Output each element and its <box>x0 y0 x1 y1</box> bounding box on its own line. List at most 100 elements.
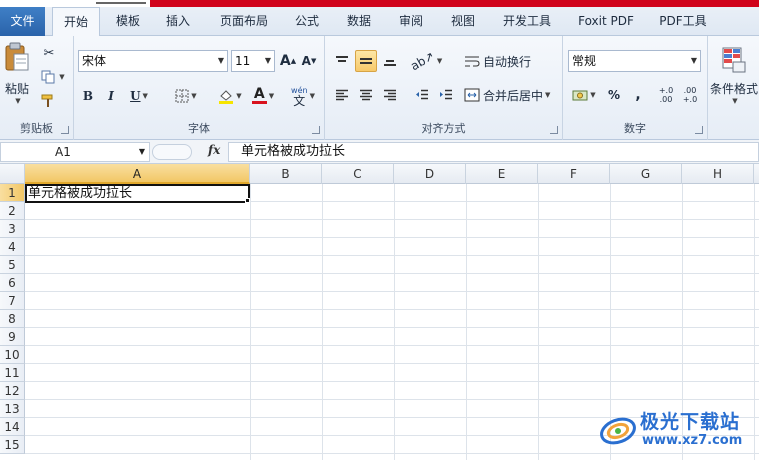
gridline <box>25 273 759 274</box>
title-bar-strip <box>0 0 759 7</box>
bold-button[interactable]: B <box>78 86 98 106</box>
decrease-indent-button[interactable] <box>411 84 433 106</box>
format-painter-button[interactable] <box>38 92 60 110</box>
chevron-down-icon: ▼ <box>590 91 596 99</box>
chevron-down-icon[interactable]: ▼ <box>218 51 224 71</box>
row-header-5[interactable]: 5 <box>0 256 25 274</box>
row-header-4[interactable]: 4 <box>0 238 25 256</box>
fill-handle[interactable] <box>245 198 250 203</box>
number-dialog-launcher[interactable] <box>695 126 703 134</box>
column-header-h[interactable]: H <box>682 164 754 184</box>
cell-a1[interactable]: 单元格被成功拉长 <box>25 184 250 203</box>
row-header-3[interactable]: 3 <box>0 220 25 238</box>
row-header-7[interactable]: 7 <box>0 292 25 310</box>
formula-bar-splitter[interactable] <box>152 144 192 160</box>
underline-button[interactable]: U ▼ <box>124 86 154 106</box>
column-header-b[interactable]: B <box>250 164 322 184</box>
chevron-down-icon: ▼ <box>436 57 443 65</box>
tab-view[interactable]: 视图 <box>441 7 485 36</box>
number-format-combo[interactable]: 常规 ▼ <box>568 50 701 72</box>
insert-function-icon[interactable]: fx <box>208 143 220 157</box>
formula-bar: A1 ▼ fx 单元格被成功拉长 <box>0 140 759 164</box>
orientation-button[interactable]: ab↗ ▼ <box>408 49 443 74</box>
select-all-corner[interactable] <box>0 164 25 184</box>
tab-home[interactable]: 开始 <box>52 7 100 37</box>
tab-insert[interactable]: 插入 <box>156 7 200 36</box>
row-header-9[interactable]: 9 <box>0 328 25 346</box>
column-header-f[interactable]: F <box>538 164 610 184</box>
increase-indent-button[interactable] <box>435 84 457 106</box>
conditional-format-icon <box>722 47 746 72</box>
grow-font-button[interactable]: A ▲ <box>278 51 298 71</box>
tab-data[interactable]: 数据 <box>337 7 381 36</box>
font-name-combo[interactable]: 宋体 ▼ <box>78 50 228 72</box>
row-header-2[interactable]: 2 <box>0 202 25 220</box>
name-box[interactable]: A1 ▼ <box>0 142 150 162</box>
row-header-15[interactable]: 15 <box>0 436 25 454</box>
chevron-down-icon: ▼ <box>732 96 738 105</box>
shrink-font-button[interactable]: A ▼ <box>299 51 319 71</box>
row-header-6[interactable]: 6 <box>0 274 25 292</box>
chevron-down-icon[interactable]: ▼ <box>265 51 271 71</box>
conditional-format-button[interactable]: 条件格式 ▼ <box>710 40 758 110</box>
clipboard-dialog-launcher[interactable] <box>61 126 69 134</box>
align-top-button[interactable] <box>331 50 353 72</box>
tab-foxit-pdf[interactable]: Foxit PDF <box>570 7 642 36</box>
chevron-down-icon[interactable]: ▼ <box>139 143 145 161</box>
copy-button[interactable]: ▼ <box>38 68 68 86</box>
accounting-format-button[interactable]: ▼ <box>568 84 600 106</box>
title-bar-accent <box>150 0 759 7</box>
wrap-text-icon <box>465 56 480 67</box>
column-header-a[interactable]: A <box>25 164 250 184</box>
row-header-1[interactable]: 1 <box>0 184 25 202</box>
percent-style-button[interactable]: % <box>603 84 625 106</box>
wrap-text-button[interactable]: 自动换行 <box>463 50 537 72</box>
tab-developer[interactable]: 开发工具 <box>494 7 560 36</box>
cut-button[interactable]: ✂ <box>38 44 60 62</box>
borders-button[interactable]: ▼ <box>170 86 202 106</box>
column-header-d[interactable]: D <box>394 164 466 184</box>
row-header-14[interactable]: 14 <box>0 418 25 436</box>
alignment-dialog-launcher[interactable] <box>550 126 558 134</box>
font-size-combo[interactable]: 11 ▼ <box>231 50 275 72</box>
column-header-c[interactable]: C <box>322 164 394 184</box>
gridline <box>25 381 759 382</box>
tab-pdf-tools[interactable]: PDF工具 <box>650 7 716 36</box>
tab-file[interactable]: 文件 <box>0 7 45 36</box>
chevron-down-icon: ▼ <box>142 92 148 100</box>
row-header-10[interactable]: 10 <box>0 346 25 364</box>
tab-template[interactable]: 模板 <box>106 7 150 36</box>
paste-button[interactable]: 粘贴 ▼ <box>2 40 32 106</box>
font-color-button[interactable]: A ▼ <box>247 86 279 106</box>
font-group-label: 字体 <box>188 122 210 135</box>
column-header-e[interactable]: E <box>466 164 538 184</box>
fill-color-button[interactable]: ▼ <box>214 86 246 106</box>
formula-input[interactable]: 单元格被成功拉长 <box>228 142 759 162</box>
chevron-down-icon: ▼ <box>268 92 275 100</box>
row-header-8[interactable]: 8 <box>0 310 25 328</box>
phonetic-guide-button[interactable]: wén 文 ▼ <box>286 84 320 108</box>
row-header-12[interactable]: 12 <box>0 382 25 400</box>
increase-decimal-button[interactable]: +.0 .00 <box>655 82 677 108</box>
italic-button[interactable]: I <box>101 86 121 106</box>
row-header-13[interactable]: 13 <box>0 400 25 418</box>
chevron-down-icon[interactable]: ▼ <box>691 51 697 71</box>
align-middle-button[interactable] <box>355 50 377 72</box>
increase-indent-icon <box>440 89 452 100</box>
tab-review[interactable]: 审阅 <box>389 7 433 36</box>
decrease-decimal-button[interactable]: .00 +.0 <box>679 82 701 108</box>
chevron-down-icon: ▼ <box>236 92 242 100</box>
align-center-button[interactable] <box>355 84 377 106</box>
align-left-button[interactable] <box>331 84 353 106</box>
comma-style-button[interactable]: , <box>627 84 649 106</box>
align-bottom-button[interactable] <box>379 50 401 72</box>
row-header-11[interactable]: 11 <box>0 364 25 382</box>
font-dialog-launcher[interactable] <box>312 126 320 134</box>
tab-formulas[interactable]: 公式 <box>285 7 329 36</box>
merge-center-button[interactable]: 合并后居中 ▼ <box>463 84 557 106</box>
align-right-button[interactable] <box>379 84 401 106</box>
grow-font-icon: A <box>279 53 291 69</box>
tab-page-layout[interactable]: 页面布局 <box>212 7 276 36</box>
column-header-g[interactable]: G <box>610 164 682 184</box>
gridline <box>25 255 759 256</box>
